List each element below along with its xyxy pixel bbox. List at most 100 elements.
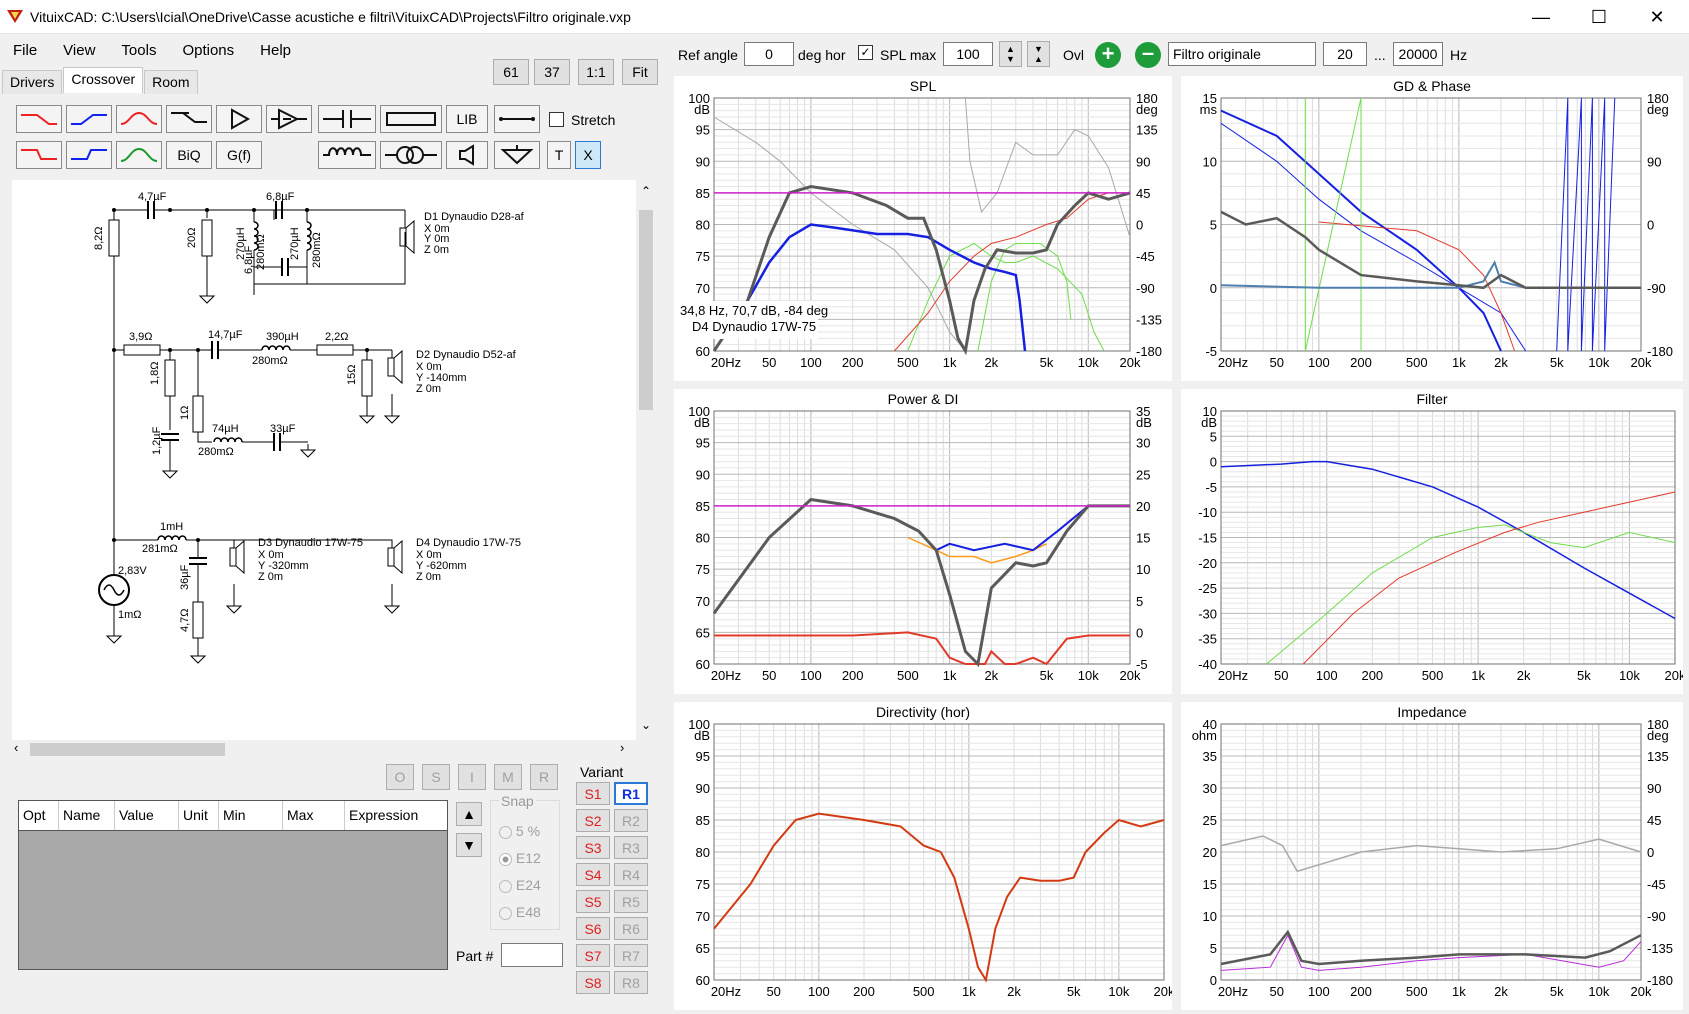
col-opt[interactable]: Opt <box>19 801 59 830</box>
zoom-61-button[interactable]: 61 <box>493 59 529 85</box>
variant-r4-button[interactable]: R4 <box>614 863 648 886</box>
snap-5pct[interactable]: 5 % <box>499 823 540 839</box>
r-3-9[interactable] <box>123 344 161 356</box>
zoom-fit-button[interactable]: Fit <box>622 59 658 85</box>
snap-e12[interactable]: E12 <box>499 850 541 866</box>
spl-max-checkbox[interactable]: ✓ <box>858 45 873 60</box>
crossover-schematic[interactable]: 4,7µF 8,2Ω 20Ω 270µH 280mΩ 6,8µF 270µH 280mΩ 6,8… <box>12 180 636 740</box>
lowpass-red-tool[interactable] <box>16 105 62 133</box>
freq-to-input[interactable] <box>1393 42 1443 66</box>
driver-d3-speaker-icon[interactable] <box>229 539 245 575</box>
menu-view[interactable]: View <box>50 36 108 64</box>
spl-plot[interactable]: 1009590858075706560dB18013590450-45-90-1… <box>674 76 1172 381</box>
ref-angle-input[interactable] <box>744 42 794 66</box>
tab-crossover[interactable]: Crossover <box>63 67 144 93</box>
highpass-blue-2-tool[interactable] <box>66 141 112 169</box>
r-1[interactable] <box>192 395 204 433</box>
opt-m-button[interactable]: M <box>494 764 522 790</box>
directivity-plot[interactable]: 1009590858075706560dB20Hz 50 100 200 500 1k 2k… <box>674 702 1172 1010</box>
variant-r3-button[interactable]: R3 <box>614 836 648 859</box>
variant-s1-button[interactable]: S1 <box>576 782 610 805</box>
spl-panel[interactable]: SPL1009590858075706560dB18013590450-45-9… <box>674 76 1172 381</box>
c-33uf[interactable] <box>273 433 281 451</box>
scroll-up-icon[interactable]: ⌃ <box>641 184 651 198</box>
parameter-table[interactable]: Opt Name Value Unit Min Max Expression <box>18 800 448 970</box>
lowpass-red-2-tool[interactable] <box>16 141 62 169</box>
resistor-tool[interactable] <box>380 105 442 133</box>
opt-o-button[interactable]: O <box>386 764 414 790</box>
tab-room[interactable]: Room <box>144 70 198 94</box>
overlay-name-input[interactable] <box>1168 42 1316 66</box>
driver-d4-speaker-icon[interactable] <box>387 539 403 575</box>
capacitor-tool[interactable] <box>318 105 376 133</box>
col-expression[interactable]: Expression <box>345 801 447 830</box>
opt-i-button[interactable]: I <box>458 764 486 790</box>
amplifier-tool[interactable] <box>266 105 312 133</box>
impedance-plot[interactable]: 4035302520151050ohm18013590450-45-90-135… <box>1181 702 1683 1010</box>
gd-plot[interactable]: 151050-5ms180900-90-180deg20Hz 50 100 200 50… <box>1181 76 1683 381</box>
hscroll-thumb[interactable] <box>30 743 225 756</box>
filter-panel[interactable]: Filter 10 5 0 -5 -10 -15 -20 -25 -30 -35 -40 dB 20Hz 5… <box>1181 389 1683 694</box>
impedance-panel[interactable]: Impedance 40 35 30 25 20 15 10 5 0 ohm 180 135 90 45 0-… <box>1181 702 1683 1010</box>
add-overlay-button[interactable]: + <box>1095 42 1121 68</box>
variant-r8-button[interactable]: R8 <box>614 971 648 994</box>
r-4-7[interactable] <box>192 601 204 639</box>
transfer-function-tool[interactable]: G(f) <box>216 141 262 169</box>
delete-tool[interactable]: X <box>575 141 601 169</box>
highpass-blue-tool[interactable] <box>66 105 112 133</box>
opt-s-button[interactable]: S <box>422 764 450 790</box>
minimize-button[interactable]: — <box>1512 0 1570 34</box>
menu-file[interactable]: File <box>0 36 50 64</box>
maximize-button[interactable]: ☐ <box>1570 0 1628 34</box>
variant-s7-button[interactable]: S7 <box>576 944 610 967</box>
c-36uf[interactable] <box>189 557 207 565</box>
variant-r6-button[interactable]: R6 <box>614 917 648 940</box>
wire-tool[interactable] <box>494 105 540 133</box>
move-down-button[interactable]: ▼ <box>456 833 482 857</box>
snap-e48[interactable]: E48 <box>499 904 541 920</box>
part-number-input[interactable] <box>501 943 563 967</box>
variant-s6-button[interactable]: S6 <box>576 917 610 940</box>
shelf-tool[interactable] <box>166 105 212 133</box>
inductor-tool[interactable] <box>318 141 376 169</box>
move-up-button[interactable]: ▲ <box>456 802 482 826</box>
opt-r-button[interactable]: R <box>530 764 558 790</box>
zoom-37-button[interactable]: 37 <box>534 59 570 85</box>
zoom-1-1-button[interactable]: 1:1 <box>578 59 614 85</box>
schematic-vscrollbar[interactable]: ⌃ ⌄ <box>636 180 656 740</box>
snap-e24[interactable]: E24 <box>499 877 541 893</box>
r-1-8[interactable] <box>164 359 176 397</box>
menu-options[interactable]: Options <box>169 36 247 64</box>
l-1mh[interactable] <box>157 535 187 541</box>
c-14-7uf[interactable] <box>211 341 219 359</box>
r-2-2[interactable] <box>316 344 354 356</box>
scroll-down-icon[interactable]: ⌄ <box>641 718 651 732</box>
menu-help[interactable]: Help <box>247 36 304 64</box>
filter-plot[interactable]: 1050-5-10-15-20-25-30-35-40dB20Hz 50 100 20… <box>1181 389 1683 694</box>
driver-d2-speaker-icon[interactable] <box>387 349 403 385</box>
c-4-7uf[interactable] <box>147 201 155 219</box>
variant-r7-button[interactable]: R7 <box>614 944 648 967</box>
l-74uh[interactable] <box>213 437 243 443</box>
variant-s2-button[interactable]: S2 <box>576 809 610 832</box>
spl-fit-button[interactable]: ▼ ▲ <box>1027 41 1050 67</box>
col-max[interactable]: Max <box>283 801 345 830</box>
directivity-panel[interactable]: Directivity (hor) 100 95 90 85 80 75 70 65 60 dB 20… <box>674 702 1172 1010</box>
variant-s3-button[interactable]: S3 <box>576 836 610 859</box>
variant-s4-button[interactable]: S4 <box>576 863 610 886</box>
library-tool[interactable]: LIB <box>446 105 488 133</box>
spl-updown-button[interactable]: ▲ ▼ <box>999 41 1022 67</box>
schematic-canvas[interactable]: 4,7µF8,2Ω 20Ω 270µH 280mΩ6,8µF270µH 280mΩ6,8… <box>12 180 636 740</box>
col-value[interactable]: Value <box>115 801 179 830</box>
schematic-hscrollbar[interactable]: ‹ › <box>12 740 636 758</box>
driver-d1-speaker-icon[interactable] <box>399 219 415 255</box>
col-name[interactable]: Name <box>59 801 115 830</box>
biquad-tool[interactable]: BiQ <box>166 141 212 169</box>
variant-r5-button[interactable]: R5 <box>614 890 648 913</box>
r-20[interactable] <box>201 219 213 257</box>
close-button[interactable]: ✕ <box>1628 0 1686 34</box>
r-15[interactable] <box>361 359 373 397</box>
scroll-left-icon[interactable]: ‹ <box>14 740 18 755</box>
power-di-panel[interactable]: Power & DI 100 95 90 85 80 75 70 65 60 dB 35 30 25 20 1… <box>674 389 1172 694</box>
bandpass-green-tool[interactable] <box>116 141 162 169</box>
